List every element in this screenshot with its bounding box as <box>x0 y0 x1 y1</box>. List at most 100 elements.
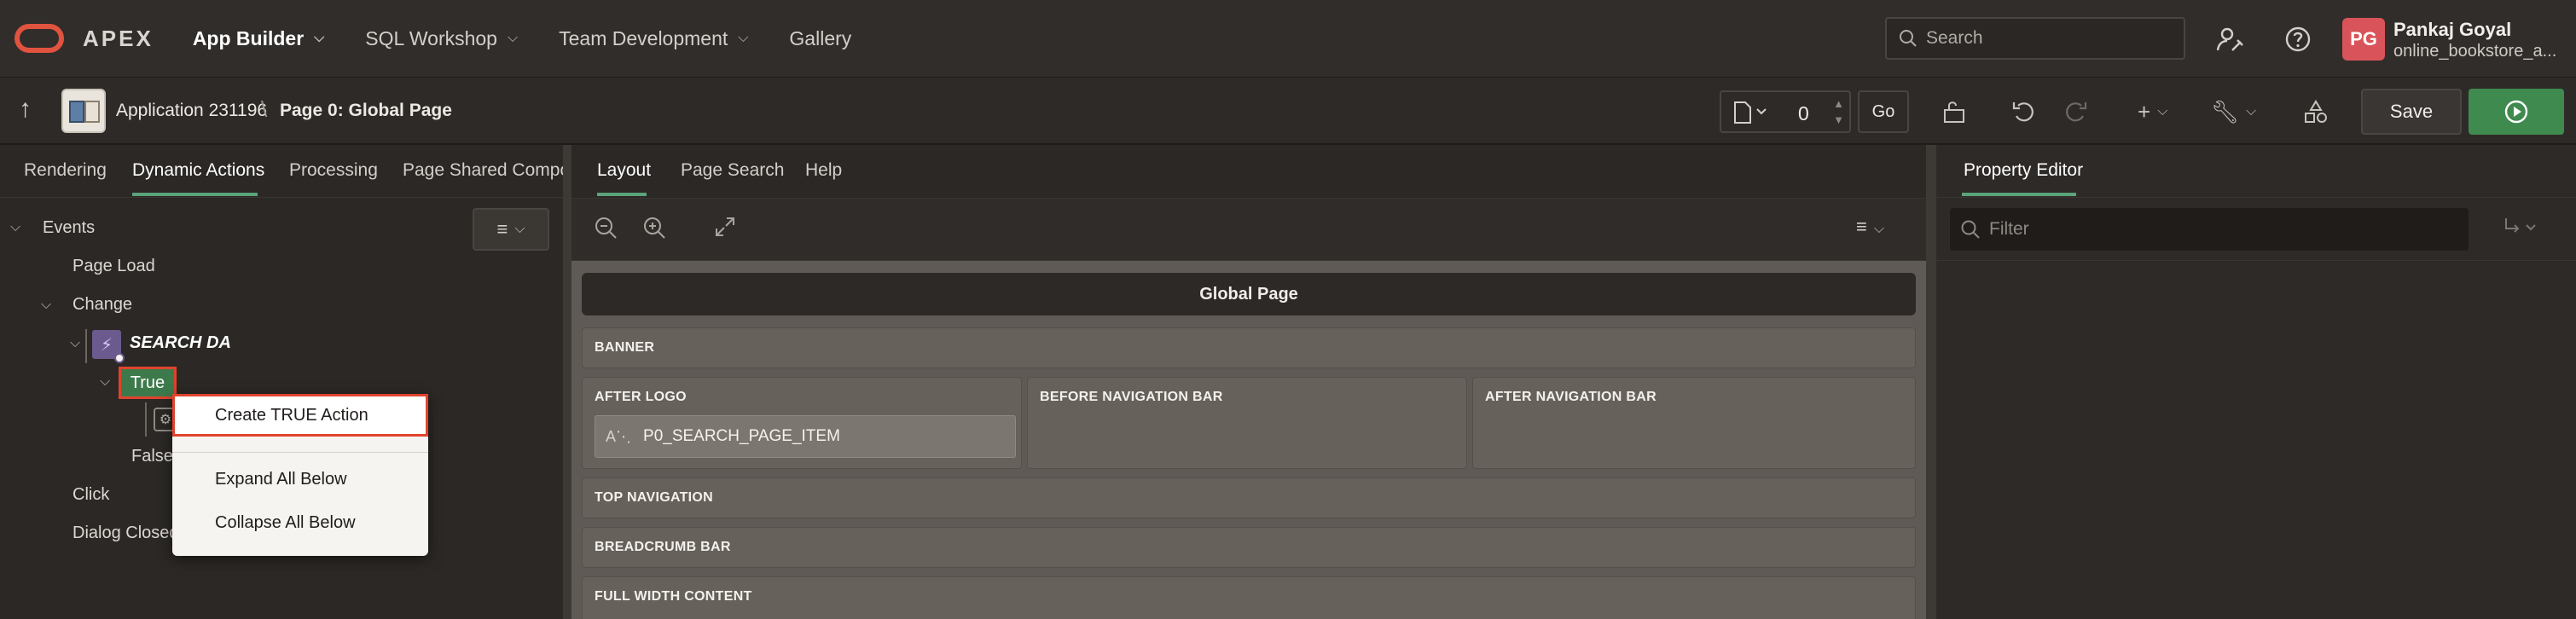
center-pane: Layout Page Search Help ≡ ⌵ Global Page B… <box>571 145 1926 619</box>
main-nav: App Builder ⌵ SQL Workshop ⌵ Team Develo… <box>193 0 892 77</box>
arrow-up-icon[interactable]: ↑ <box>19 95 32 124</box>
nav-team-development-label: Team Development <box>559 26 728 49</box>
nav-gallery[interactable]: Gallery <box>789 0 851 77</box>
tree-connector <box>145 402 147 437</box>
save-button[interactable]: Save <box>2361 89 2462 135</box>
page-number-field[interactable]: 0 ▲ ▼ <box>1720 90 1851 133</box>
collapse-chevron-icon[interactable]: ⌵ <box>10 220 20 235</box>
page-number-value[interactable]: 0 <box>1798 102 1809 125</box>
pane-splitter-right[interactable] <box>1926 145 1936 619</box>
region-top-navigation[interactable]: TOP NAVIGATION <box>582 477 1916 518</box>
tree-node-events[interactable]: Events <box>43 218 95 238</box>
filter-input[interactable]: Filter <box>1950 208 2469 251</box>
region-label: AFTER LOGO <box>595 390 687 404</box>
active-tab-indicator <box>597 193 647 196</box>
tab-rendering[interactable]: Rendering <box>24 160 107 181</box>
collapse-chevron-icon[interactable]: ⌵ <box>100 374 110 390</box>
book-right-icon <box>84 101 100 123</box>
utilities-menu-icon[interactable]: 🔧︎ ⌵ <box>2211 96 2256 127</box>
region-label: TOP NAVIGATION <box>595 490 714 505</box>
tree-node-false[interactable]: False <box>131 447 173 466</box>
region-after-logo[interactable]: AFTER LOGO A⋱ P0_SEARCH_PAGE_ITEM <box>582 377 1022 469</box>
page-item-label: P0_SEARCH_PAGE_ITEM <box>643 427 840 445</box>
region-label: BANNER <box>595 340 655 355</box>
global-search-input[interactable]: Search <box>1885 17 2185 60</box>
page-title[interactable]: Global Page <box>582 273 1916 315</box>
nav-app-builder-label: App Builder <box>192 26 305 49</box>
undo-icon[interactable] <box>2011 96 2037 127</box>
tree-node-dialog-closed[interactable]: Dialog Closed <box>73 524 179 543</box>
breadcrumb-application[interactable]: Application 231196 <box>116 101 267 121</box>
chevron-down-icon: ⌵ <box>2246 104 2257 119</box>
tab-layout[interactable]: Layout <box>597 160 651 181</box>
tree-node-page-load[interactable]: Page Load <box>73 257 155 276</box>
play-icon <box>2504 100 2528 124</box>
page-item-search[interactable]: A⋱ P0_SEARCH_PAGE_ITEM <box>595 415 1016 458</box>
expand-icon[interactable] <box>714 216 736 244</box>
layout-menu-icon[interactable]: ≡ ⌵ <box>1856 216 1884 238</box>
region-full-width-content[interactable]: FULL WIDTH CONTENT <box>582 576 1916 619</box>
region-banner[interactable]: BANNER <box>582 327 1916 368</box>
page-type-icon[interactable] <box>1733 101 1769 129</box>
search-icon <box>1900 30 1917 47</box>
nav-sql-workshop[interactable]: SQL Workshop ⌵ <box>365 0 518 77</box>
region-breadcrumb-bar[interactable]: BREADCRUMB BAR <box>582 527 1916 568</box>
tree-node-change[interactable]: Change <box>73 295 132 315</box>
tab-property-editor[interactable]: Property Editor <box>1964 160 2083 181</box>
wrench-icon: 🔧︎ <box>2211 98 2240 124</box>
avatar[interactable]: PG <box>2342 18 2385 61</box>
user-name[interactable]: Pankaj Goyal <box>2393 19 2511 41</box>
menu-divider <box>172 452 428 453</box>
go-to-group-icon[interactable] <box>2503 217 2540 242</box>
tree-connector <box>85 329 87 363</box>
breadcrumb-page: Page 0: Global Page <box>280 101 452 120</box>
property-editor-pane: Property Editor Filter <box>1936 145 2576 619</box>
nav-gallery-label: Gallery <box>789 26 852 49</box>
center-tabs: Layout Page Search Help <box>571 145 1926 198</box>
region-label: BEFORE NAVIGATION BAR <box>1040 390 1223 404</box>
run-button[interactable] <box>2469 89 2564 135</box>
help-icon[interactable] <box>2283 24 2313 55</box>
tree-node-search-da[interactable]: SEARCH DA <box>130 333 231 353</box>
chevron-down-icon: ⌵ <box>2157 104 2168 119</box>
search-icon <box>1961 220 1980 239</box>
shared-components-icon[interactable] <box>2303 96 2329 127</box>
apex-brand[interactable]: APEX <box>83 26 154 52</box>
zoom-in-icon[interactable] <box>642 216 666 246</box>
workspace-name[interactable]: online_bookstore_a... <box>2393 42 2556 61</box>
tab-dynamic-actions[interactable]: Dynamic Actions <box>132 160 264 181</box>
collapse-chevron-icon[interactable]: ⌵ <box>41 298 51 313</box>
tab-page-search[interactable]: Page Search <box>681 160 784 181</box>
context-menu: Create TRUE Action Expand All Below Coll… <box>172 394 428 556</box>
stepper-icon[interactable]: ▲ ▼ <box>1833 95 1844 128</box>
zoom-out-icon[interactable] <box>594 216 618 246</box>
oracle-logo-icon[interactable] <box>15 24 64 53</box>
nav-team-development[interactable]: Team Development ⌵ <box>559 0 748 77</box>
go-button[interactable]: Go <box>1858 90 1909 133</box>
nav-app-builder[interactable]: App Builder ⌵ <box>193 0 324 77</box>
region-label: BREADCRUMB BAR <box>595 540 731 554</box>
collapse-chevron-icon[interactable]: ⌵ <box>70 336 80 351</box>
tree-menu-button[interactable]: ≡ ⌵ <box>473 208 549 251</box>
drag-handle-icon[interactable] <box>114 353 125 363</box>
application-icon[interactable] <box>61 89 106 133</box>
tab-help[interactable]: Help <box>805 160 842 181</box>
filter-placeholder: Filter <box>1989 219 2029 239</box>
tree-node-true[interactable]: True <box>119 367 177 399</box>
pane-splitter-left[interactable] <box>563 145 571 619</box>
admin-tools-icon[interactable] <box>2214 24 2245 55</box>
create-menu-icon[interactable]: + ⌵ <box>2138 96 2167 127</box>
active-tab-indicator <box>132 193 258 196</box>
region-before-navigation-bar[interactable]: BEFORE NAVIGATION BAR <box>1027 377 1467 469</box>
menu-lines-icon: ≡ <box>496 218 508 240</box>
menu-item-create-true-action[interactable]: Create TRUE Action <box>172 394 428 437</box>
lock-icon[interactable] <box>1941 96 1967 127</box>
menu-item-expand-all-below[interactable]: Expand All Below <box>172 458 428 500</box>
redo-icon[interactable] <box>2063 96 2088 127</box>
tree-node-click[interactable]: Click <box>73 485 109 505</box>
property-editor-toolbar: Filter <box>1936 198 2576 261</box>
tab-page-shared-components[interactable]: Page Shared Compor <box>403 160 576 181</box>
menu-item-collapse-all-below[interactable]: Collapse All Below <box>172 501 428 544</box>
tab-processing[interactable]: Processing <box>289 160 378 181</box>
region-after-navigation-bar[interactable]: AFTER NAVIGATION BAR <box>1472 377 1916 469</box>
